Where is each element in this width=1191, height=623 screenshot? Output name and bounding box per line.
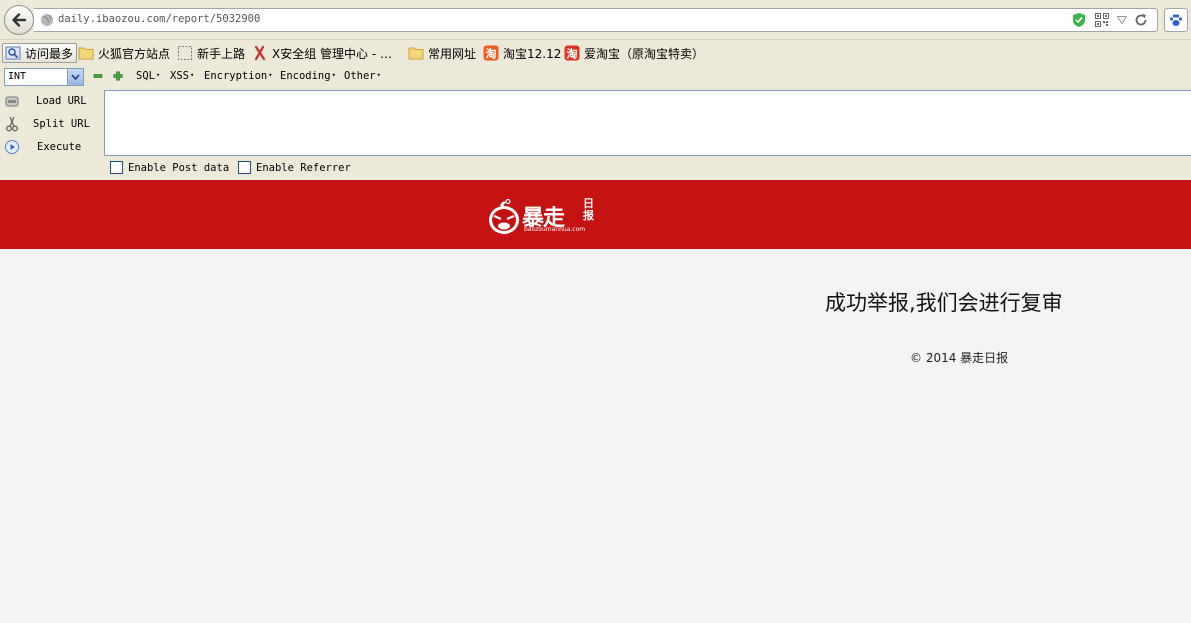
back-arrow-icon <box>12 13 27 27</box>
folder-icon <box>408 47 424 60</box>
baidu-paw-button[interactable] <box>1164 8 1188 32</box>
menu-other[interactable]: Other▾ <box>344 70 381 82</box>
menu-encoding[interactable]: Encoding▾ <box>280 70 336 82</box>
bookmark-label: 访问最多 <box>25 46 74 61</box>
menu-label: Encryption <box>204 70 268 82</box>
bookmark-ai-taobao[interactable]: 淘 爱淘宝（原淘宝特卖） <box>564 43 704 63</box>
hackbar-toolbar: INT SQL▾ XSS▾ Encryption▾ Encoding▾ Othe… <box>0 66 1191 88</box>
bookmark-label: X安全组 管理中心 - … <box>272 46 392 61</box>
bookmark-most-visited[interactable]: 访问最多 <box>2 43 78 63</box>
caret-down-icon: ▾ <box>189 71 195 79</box>
menu-label: SQL <box>136 70 155 82</box>
menu-sql[interactable]: SQL▾ <box>136 70 160 82</box>
decrease-icon[interactable] <box>93 71 103 81</box>
report-success-message: 成功举报,我们会进行复审 <box>825 291 1063 315</box>
checkbox-box[interactable] <box>238 161 251 174</box>
bookmarks-bar: 访问最多 火狐官方站点 新手上路 X安全组 管理中心 - … 常用网址 淘 淘宝… <box>0 40 1191 66</box>
checkbox-box[interactable] <box>110 161 123 174</box>
action-label: Split URL <box>33 118 90 130</box>
bookmark-label: 淘宝12.12 <box>503 46 562 61</box>
play-icon <box>5 140 19 154</box>
site-logo[interactable]: 暴走 日报 baozoumanhua.com <box>486 194 602 238</box>
paw-icon <box>1169 14 1183 26</box>
bookmark-label: 新手上路 <box>197 46 246 61</box>
caret-down-icon: ▾ <box>268 71 273 79</box>
bookmark-label: 火狐官方站点 <box>98 46 171 61</box>
load-url-button[interactable]: Load URL <box>0 90 100 112</box>
bookmark-x-security[interactable]: X安全组 管理中心 - … <box>252 43 392 63</box>
caret-down-icon: ▾ <box>155 71 161 79</box>
dropdown-arrow-icon[interactable] <box>1117 16 1127 24</box>
folder-icon <box>78 47 94 60</box>
url-text[interactable]: daily.ibaozou.com/report/5032900 <box>58 13 260 25</box>
bookmark-label: 爱淘宝（原淘宝特卖） <box>584 46 705 61</box>
execute-button[interactable]: Execute <box>0 136 100 158</box>
load-url-icon <box>5 96 19 107</box>
select-arrow[interactable] <box>67 69 83 85</box>
copyright-text: © 2014 暴走日报 <box>910 351 1009 365</box>
page-content: 暴走 日报 baozoumanhua.com 成功举报,我们会进行复审 © 20… <box>0 180 1191 623</box>
increase-icon[interactable] <box>113 71 123 81</box>
hackbar-panel: Load URL Split URL Execute Enable Post d… <box>0 88 1191 180</box>
enable-post-data-checkbox[interactable]: Enable Post data <box>110 161 229 174</box>
enable-referrer-checkbox[interactable]: Enable Referrer <box>238 161 351 174</box>
bookmark-taobao-1212[interactable]: 淘 淘宝12.12 <box>483 43 561 63</box>
rage-face-icon <box>489 198 519 234</box>
site-header: 暴走 日报 baozoumanhua.com <box>0 180 1191 249</box>
back-button[interactable] <box>4 5 34 35</box>
logo-domain: baozoumanhua.com <box>524 226 586 233</box>
select-value: INT <box>8 71 27 82</box>
menu-xss[interactable]: XSS▾ <box>170 70 194 82</box>
menu-encryption[interactable]: Encryption▾ <box>204 70 272 82</box>
dashed-page-icon <box>178 46 192 60</box>
checkbox-label: Enable Referrer <box>256 161 351 174</box>
checkbox-label: Enable Post data <box>128 161 230 174</box>
bookmark-firefox-official[interactable]: 火狐官方站点 <box>78 43 170 63</box>
taobao-icon: 淘 <box>483 45 499 61</box>
split-url-button[interactable]: Split URL <box>0 113 100 135</box>
globe-icon <box>41 14 53 26</box>
reload-icon[interactable] <box>1133 12 1149 28</box>
action-label: Load URL <box>36 95 87 107</box>
caret-down-icon: ▾ <box>376 71 381 79</box>
menu-label: XSS <box>170 70 189 82</box>
scissors-icon <box>6 116 18 132</box>
x-logo-icon <box>254 45 266 61</box>
menu-label: Encoding <box>280 70 331 82</box>
navigation-bar: daily.ibaozou.com/report/5032900 <box>0 0 1191 40</box>
menu-label: Other <box>344 70 376 82</box>
browser-chrome: daily.ibaozou.com/report/5032900 访问最多 火狐… <box>0 0 1191 180</box>
qr-code-icon[interactable] <box>1095 13 1109 27</box>
logo-small-text: 日报 <box>583 197 594 222</box>
chevron-down-icon <box>71 74 80 80</box>
encoding-type-select[interactable]: INT <box>4 68 84 86</box>
bookmark-getting-started[interactable]: 新手上路 <box>177 43 245 63</box>
svg-text:淘: 淘 <box>486 47 497 61</box>
bookmark-label: 常用网址 <box>428 46 477 61</box>
taobao-icon: 淘 <box>564 45 580 61</box>
magnifier-icon <box>5 46 21 60</box>
caret-down-icon: ▾ <box>331 71 336 79</box>
bookmark-common-sites[interactable]: 常用网址 <box>408 43 476 63</box>
url-textarea[interactable] <box>104 90 1191 156</box>
security-shield-icon[interactable] <box>1071 12 1087 28</box>
address-bar[interactable]: daily.ibaozou.com/report/5032900 <box>34 8 1158 32</box>
action-label: Execute <box>37 141 82 153</box>
svg-text:淘: 淘 <box>567 47 578 61</box>
